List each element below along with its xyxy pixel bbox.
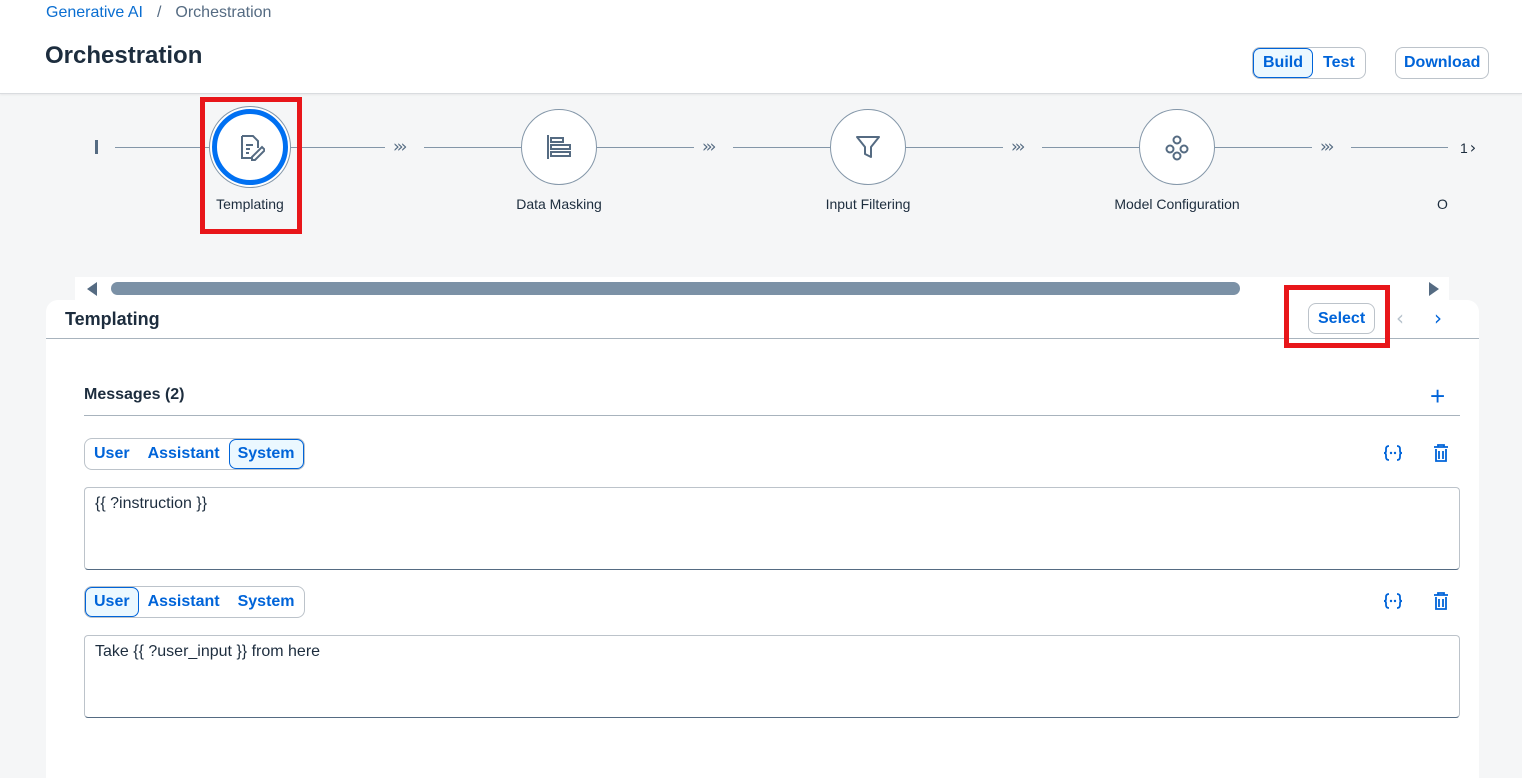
build-test-toggle: Build Test	[1252, 47, 1366, 79]
role-system-button[interactable]: System	[229, 587, 304, 617]
page-title: Orchestration	[45, 42, 203, 69]
highlight-box	[200, 97, 302, 234]
flow-connector	[906, 147, 1003, 148]
flow-scrollbar[interactable]	[75, 277, 1449, 301]
delete-icon[interactable]	[1431, 443, 1451, 463]
templating-panel: Templating Select ‹ › Messages (2) + Use…	[46, 300, 1479, 778]
previous-icon[interactable]: ‹	[1396, 306, 1404, 330]
chevron-triple-icon: ›››	[393, 137, 408, 157]
flow-connector	[1351, 147, 1448, 148]
flow-connector	[424, 147, 521, 148]
flow-overflow-count: 1	[1460, 140, 1468, 156]
chevron-right-icon: ›	[1469, 138, 1477, 157]
divider	[46, 338, 1479, 339]
breadcrumb: Generative AI / Orchestration	[46, 4, 271, 22]
download-button[interactable]: Download	[1395, 47, 1490, 79]
highlight-box	[1284, 285, 1390, 348]
flow-overflow-indicator[interactable]: 1 ›	[1460, 138, 1476, 157]
role-system-button[interactable]: System	[228, 439, 304, 469]
page-header: Generative AI / Orchestration Orchestrat…	[0, 0, 1522, 94]
chevron-triple-icon: ›››	[1320, 137, 1335, 157]
chevron-triple-icon: ›››	[702, 137, 717, 157]
flow-start-marker	[95, 140, 98, 154]
panel-title: Templating	[65, 309, 160, 329]
scroll-right-arrow-icon[interactable]	[1429, 282, 1439, 296]
test-button[interactable]: Test	[1313, 48, 1365, 78]
role-assistant-button[interactable]: Assistant	[139, 439, 229, 469]
role-selector: User Assistant System	[84, 438, 305, 470]
role-assistant-button[interactable]: Assistant	[139, 587, 229, 617]
insert-variable-icon[interactable]	[1383, 591, 1403, 611]
role-selector: User Assistant System	[84, 586, 305, 618]
flow-step-label: Input Filtering	[825, 196, 911, 212]
flow-step-model-configuration[interactable]	[1139, 109, 1215, 185]
flow-step-data-masking[interactable]	[521, 109, 597, 185]
breadcrumb-separator: /	[156, 4, 162, 21]
flow-connector	[1215, 147, 1312, 148]
flow-connector	[1042, 147, 1139, 148]
next-icon[interactable]: ›	[1434, 306, 1442, 330]
build-button[interactable]: Build	[1253, 48, 1313, 78]
flow-step-label: Model Configuration	[1114, 196, 1240, 212]
flow-connector	[115, 147, 212, 148]
add-message-icon[interactable]: +	[1430, 383, 1445, 409]
breadcrumb-current: Orchestration	[175, 4, 272, 21]
flow-connector	[597, 147, 694, 148]
align-left-bars-icon	[547, 135, 571, 159]
role-user-button[interactable]: User	[85, 439, 139, 469]
scrollbar-thumb[interactable]	[111, 282, 1240, 295]
hub-nodes-icon	[1165, 135, 1189, 161]
flow-step-label: O	[1437, 196, 1448, 212]
insert-variable-icon[interactable]	[1383, 443, 1403, 463]
flow-connector	[288, 147, 385, 148]
flow-step-input-filtering[interactable]	[830, 109, 906, 185]
message-content-field[interactable]: Take {{ ?user_input }} from here	[84, 635, 1460, 718]
message-content-field[interactable]: {{ ?instruction }}	[84, 487, 1460, 570]
divider	[84, 415, 1460, 416]
messages-header: Messages (2)	[84, 386, 185, 403]
flow-connector	[733, 147, 830, 148]
role-user-button[interactable]: User	[85, 587, 139, 617]
chevron-triple-icon: ›››	[1011, 137, 1026, 157]
flow-step-label: Data Masking	[516, 196, 602, 212]
breadcrumb-link-generative-ai[interactable]: Generative AI	[46, 4, 143, 22]
delete-icon[interactable]	[1431, 591, 1451, 611]
scroll-left-arrow-icon[interactable]	[87, 282, 97, 296]
filter-icon	[856, 136, 880, 158]
